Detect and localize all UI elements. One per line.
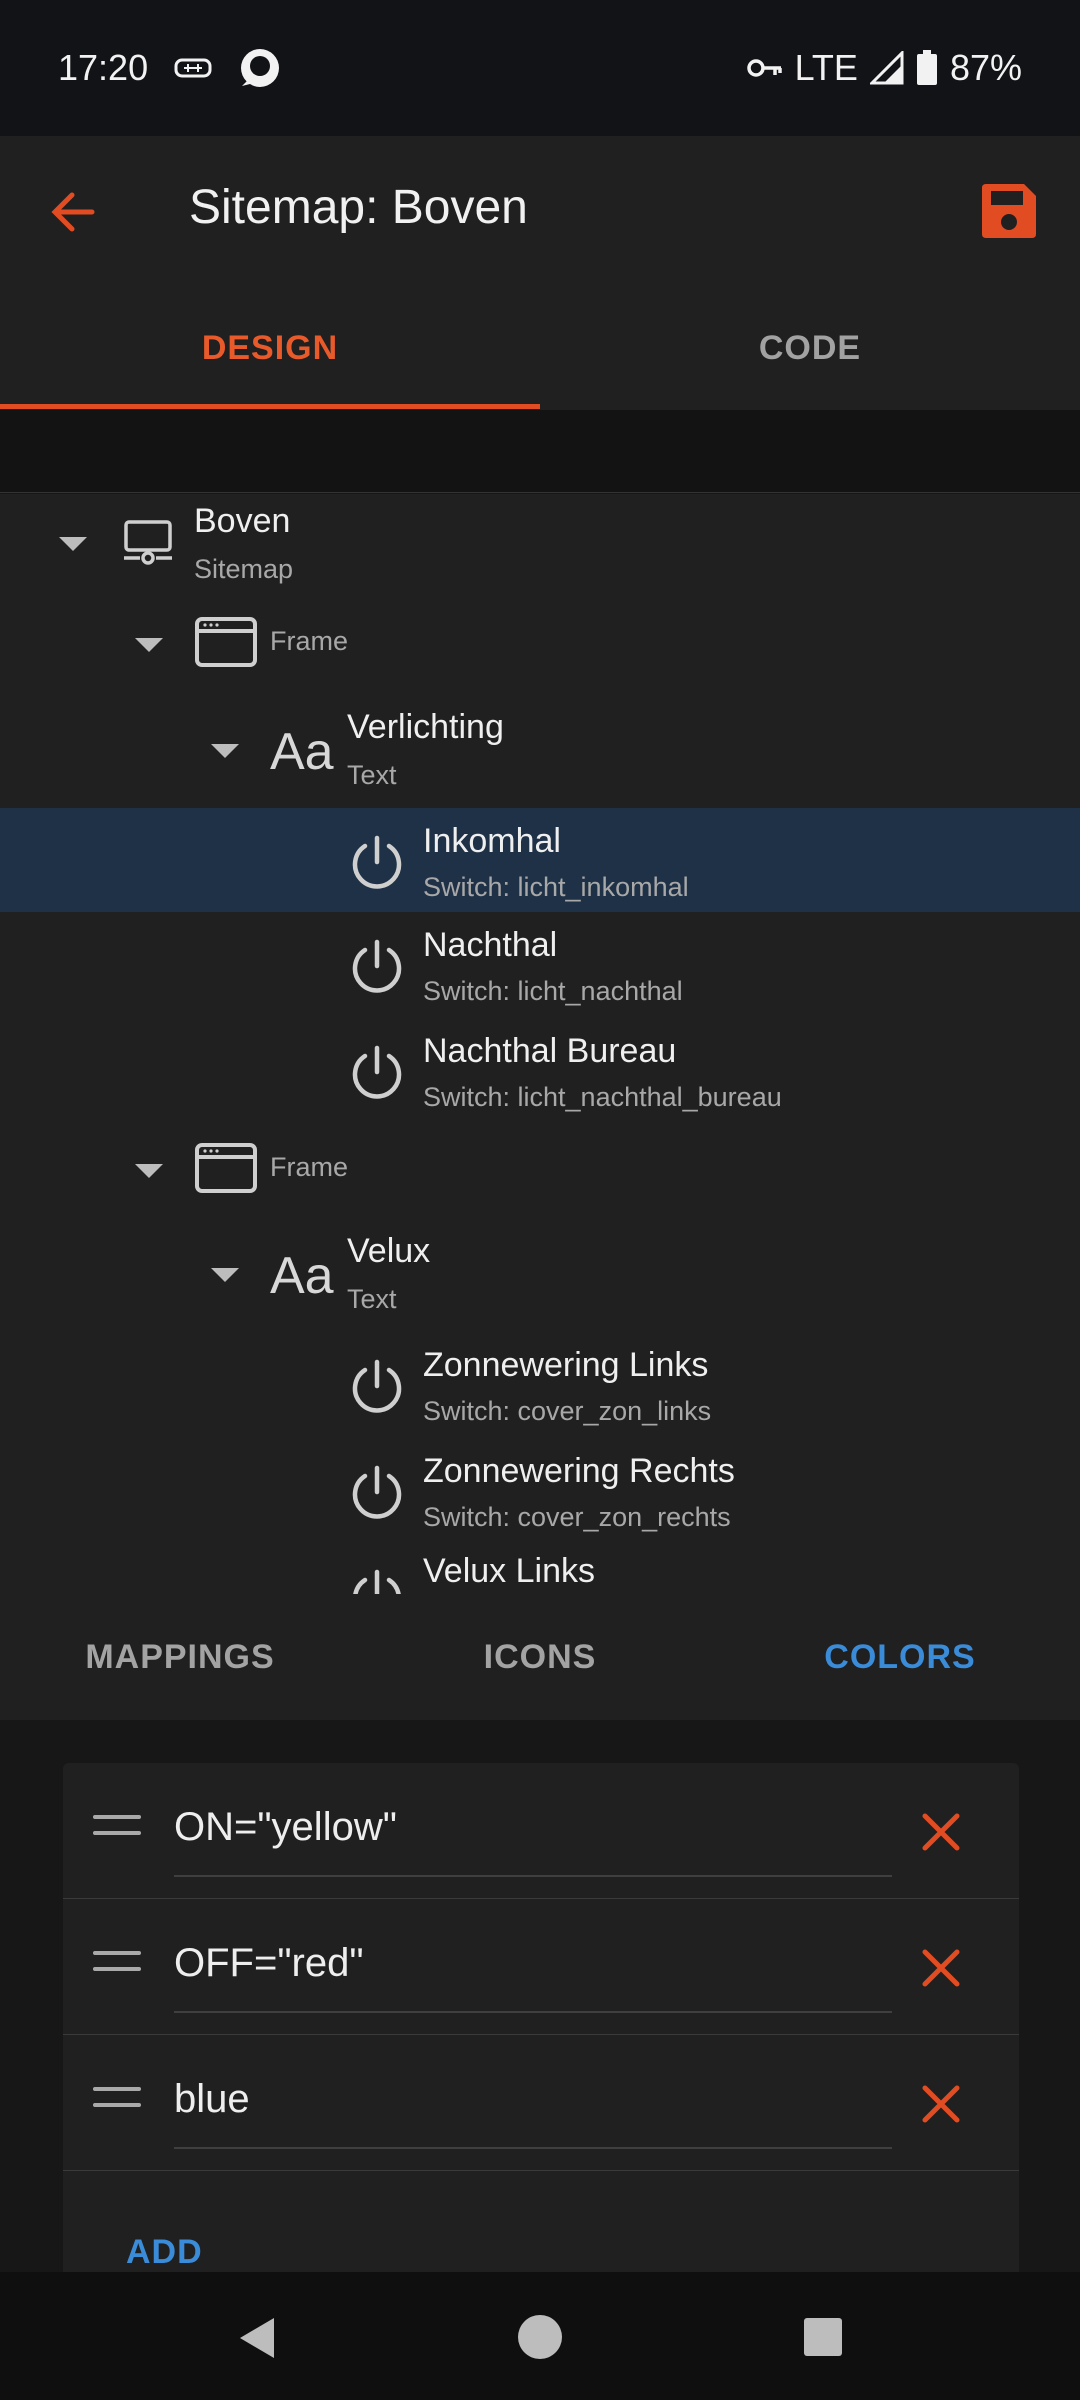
tree-node-switch[interactable]: Velux Links (0, 1542, 1080, 1594)
color-rule-input[interactable]: OFF="red" (174, 1941, 364, 1986)
chevron-down-icon[interactable] (135, 638, 163, 652)
close-x-icon[interactable] (916, 1943, 966, 1993)
tree-node-title: Zonnewering Links (423, 1346, 709, 1384)
power-icon (353, 1569, 401, 1594)
sitemap-tree[interactable]: Boven Sitemap Frame Aa Verlichting Text … (0, 494, 1080, 1594)
tree-node-subtitle: Switch: licht_inkomhal (423, 872, 689, 902)
drag-handle-icon[interactable] (93, 1951, 141, 1981)
tree-node-title: Velux (347, 1232, 431, 1270)
tree-node-subtitle: Switch: licht_nachthal (423, 976, 683, 1006)
tree-node-subtitle: Switch: cover_zon_links (423, 1396, 712, 1426)
list-item: ON="yellow" (63, 1763, 1019, 1899)
list-item: OFF="red" (63, 1899, 1019, 2035)
power-icon (352, 1465, 402, 1519)
network-type: LTE (794, 47, 858, 88)
tree-node-switch[interactable]: Zonnewering Rechts Switch: cover_zon_rec… (0, 1438, 1080, 1542)
vpn-status-icon (174, 58, 212, 78)
battery-percent: 87% (949, 47, 1022, 88)
power-icon (352, 939, 402, 993)
input-underline (174, 2011, 892, 2013)
editor-tabs: DESIGN CODE (0, 286, 1080, 410)
tree-node-title: Boven (194, 502, 291, 540)
tree-node-title: Velux Links (423, 1552, 595, 1590)
tree-node-subtitle: Switch: licht_nachthal_bureau (423, 1082, 782, 1112)
arrow-left-icon[interactable] (44, 182, 104, 242)
chat-notification-icon (241, 49, 280, 87)
tree-node-title: Verlichting (347, 708, 504, 746)
tab-icons[interactable]: ICONS (360, 1594, 720, 1720)
tree-node-label: Frame (270, 1152, 349, 1182)
page-title: Sitemap: Boven (189, 181, 528, 234)
drag-handle-icon[interactable] (93, 1815, 141, 1845)
list-item: blue (63, 2035, 1019, 2171)
signal-icon (869, 51, 904, 85)
tab-design[interactable]: DESIGN (0, 286, 540, 410)
frame-icon (195, 1143, 257, 1193)
tab-colors[interactable]: COLORS (720, 1594, 1080, 1720)
input-underline (174, 2147, 892, 2149)
tree-node-subtitle: Sitemap (194, 554, 294, 584)
tree-node-frame[interactable]: Frame (0, 604, 1080, 684)
input-underline (174, 1875, 892, 1877)
tab-code[interactable]: CODE (540, 286, 1080, 410)
chevron-down-icon[interactable] (211, 1268, 239, 1282)
tree-node-subtitle: Text (347, 1284, 397, 1314)
close-x-icon[interactable] (916, 2079, 966, 2129)
tree-node-label: Frame (270, 626, 349, 656)
system-nav-bar (0, 2272, 1080, 2400)
tree-node-switch[interactable]: Nachthal Bureau Switch: licht_nachthal_b… (0, 1018, 1080, 1122)
close-x-icon[interactable] (916, 1807, 966, 1857)
battery-icon (916, 50, 937, 85)
tree-node-frame[interactable]: Frame (0, 1130, 1080, 1210)
power-icon (352, 1045, 402, 1099)
tab-indicator (0, 404, 540, 409)
key-icon (746, 59, 782, 77)
chevron-down-icon[interactable] (59, 537, 87, 551)
status-time: 17:20 (58, 47, 149, 88)
add-button[interactable]: ADD (126, 2233, 203, 2272)
text-aa-icon: Aa (270, 723, 334, 781)
sitemap-icon (124, 520, 172, 565)
power-icon (352, 1359, 402, 1413)
toolbar-band (0, 410, 1080, 493)
drag-handle-icon[interactable] (93, 2087, 141, 2117)
color-rule-input[interactable]: ON="yellow" (174, 1805, 397, 1850)
tree-node-title: Nachthal (423, 926, 558, 964)
tree-node-text[interactable]: Aa Verlichting Text (0, 702, 1080, 798)
color-rule-input[interactable]: blue (174, 2077, 250, 2122)
colors-list: ON="yellow" OFF="red" blue ADD (63, 1763, 1019, 2283)
tree-node-subtitle: Text (347, 760, 397, 790)
tree-node-title: Zonnewering Rechts (423, 1452, 735, 1490)
nav-recents-icon[interactable] (802, 2316, 844, 2358)
tree-node-switch[interactable]: Inkomhal Switch: licht_inkomhal (0, 808, 1080, 912)
floppy-disk-icon[interactable] (978, 180, 1040, 242)
status-bar: 17:20 LTE 87% (0, 0, 1080, 136)
chevron-down-icon[interactable] (135, 1164, 163, 1178)
widget-property-tabs: MAPPINGS ICONS COLORS (0, 1594, 1080, 1720)
text-aa-icon: Aa (270, 1247, 334, 1305)
frame-icon (195, 617, 257, 667)
nav-back-icon[interactable] (234, 2314, 278, 2362)
tree-node-switch[interactable]: Nachthal Switch: licht_nachthal (0, 912, 1080, 1016)
tree-node-title: Nachthal Bureau (423, 1032, 677, 1070)
tree-node-switch[interactable]: Zonnewering Links Switch: cover_zon_link… (0, 1332, 1080, 1436)
tree-node-text[interactable]: Aa Velux Text (0, 1226, 1080, 1322)
tree-node-sitemap[interactable]: Boven Sitemap (0, 494, 1080, 590)
tree-node-title: Inkomhal (423, 822, 561, 860)
app-bar: Sitemap: Boven (0, 136, 1080, 286)
nav-home-icon[interactable] (516, 2313, 564, 2361)
tree-node-subtitle: Switch: cover_zon_rechts (423, 1502, 731, 1532)
chevron-down-icon[interactable] (211, 744, 239, 758)
power-icon (352, 835, 402, 889)
colors-panel: ON="yellow" OFF="red" blue ADD (0, 1720, 1080, 2283)
tab-mappings[interactable]: MAPPINGS (0, 1594, 360, 1720)
